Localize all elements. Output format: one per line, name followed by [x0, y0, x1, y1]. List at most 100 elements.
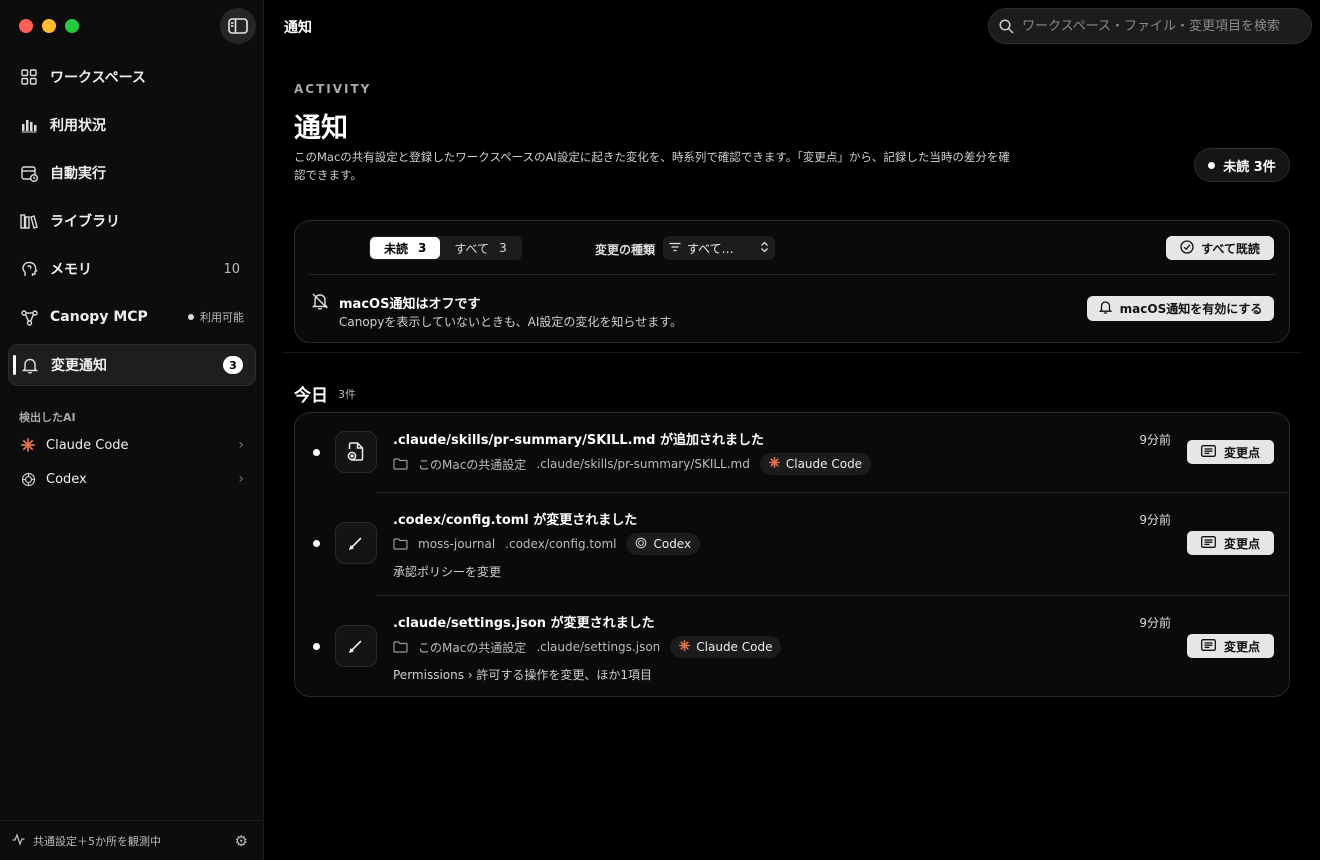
chevron-right-icon: ›	[238, 437, 244, 453]
file-path: .claude/skills/pr-summary/SKILL.md	[536, 457, 750, 471]
unread-dot	[313, 643, 320, 650]
sidebar: ワークスペース 利用状況 自動実行 ライブラリ メモリ 10 Canopy MC…	[0, 0, 264, 860]
notification-meta: このMacの共通設定 .claude/skills/pr-summary/SKI…	[393, 453, 872, 475]
bell-icon	[21, 356, 39, 374]
chevron-right-icon: ›	[238, 471, 244, 487]
folder-icon	[393, 641, 408, 653]
bell-icon	[1098, 300, 1112, 317]
grid-icon	[20, 68, 38, 86]
search-box[interactable]	[988, 8, 1312, 44]
window-title: 通知	[284, 20, 312, 36]
panel-divider	[309, 274, 1275, 275]
tab-unread[interactable]: 未読 3	[370, 237, 441, 259]
page-title: 通知	[294, 113, 348, 144]
ai-chip: Claude Code	[670, 636, 782, 658]
sidebar-item-change-notifications[interactable]: 変更通知 3	[8, 344, 256, 386]
library-icon	[20, 212, 38, 230]
folder-icon	[393, 538, 408, 550]
notification-row[interactable]: .claude/settings.json が変更されました このMacの共通設…	[295, 596, 1291, 696]
zoom-window-button[interactable]	[65, 19, 79, 33]
notification-meta: このMacの共通設定 .claude/settings.json Claude …	[393, 636, 782, 658]
minimize-window-button[interactable]	[42, 19, 56, 33]
calendar-clock-icon	[20, 164, 38, 182]
gear-icon[interactable]: ⚙	[235, 832, 248, 850]
sidebar-item-label: 変更通知	[51, 358, 107, 374]
tab-count: 3	[418, 241, 427, 255]
unread-summary-pill[interactable]: 未読 3件	[1194, 148, 1290, 182]
unread-count-badge: 3	[223, 356, 243, 374]
workspace-name: moss-journal	[418, 537, 496, 551]
filter-panel: 未読 3 すべて 3 変更の種類 すべて… すべて既読 macOS通知はオフです…	[294, 220, 1290, 343]
sidebar-item-workspaces[interactable]: ワークスペース	[8, 56, 256, 98]
diff-list-icon	[1201, 535, 1216, 551]
unread-dot	[313, 449, 320, 456]
close-window-button[interactable]	[19, 19, 33, 33]
view-diff-label: 変更点	[1223, 445, 1260, 460]
detected-ai-section-label: 検出したAI	[19, 411, 76, 424]
mcp-status-badge: 利用可能	[188, 309, 244, 325]
notification-row[interactable]: .claude/skills/pr-summary/SKILL.md が追加され…	[295, 413, 1291, 493]
section-divider	[282, 352, 1302, 353]
sidebar-item-automation[interactable]: 自動実行	[8, 152, 256, 194]
claude-icon	[20, 437, 36, 453]
ai-chip: Claude Code	[759, 453, 872, 475]
workspace-name: このMacの共通設定	[418, 640, 527, 655]
codex-icon	[635, 537, 647, 552]
sidebar-footer: 共通設定＋5か所を観測中 ⚙	[0, 820, 264, 860]
notification-time: 9分前	[1139, 513, 1171, 527]
change-kind-select[interactable]: すべて…	[663, 236, 775, 260]
filter-lines-icon	[669, 241, 681, 255]
view-diff-button[interactable]: 変更点	[1187, 440, 1274, 464]
mark-all-read-button[interactable]: すべて既読	[1166, 236, 1274, 260]
file-path: .codex/config.toml	[505, 537, 617, 551]
view-diff-button[interactable]: 変更点	[1187, 634, 1274, 658]
notification-time: 9分前	[1139, 616, 1171, 630]
enable-macos-notifications-button[interactable]: macOS通知を有効にする	[1087, 296, 1274, 321]
notification-meta: moss-journal .codex/config.toml Codex	[393, 533, 701, 555]
unread-dot	[1208, 161, 1216, 169]
page-description: このMacの共有設定と登録したワークスペースのAI設定に起きた変化を、時系列で確…	[294, 150, 1010, 182]
diff-list-icon	[1201, 444, 1216, 460]
sidebar-item-label: Canopy MCP	[50, 309, 148, 325]
brain-icon	[20, 260, 38, 278]
diff-list-icon	[1201, 638, 1216, 654]
enable-macos-notifications-label: macOS通知を有効にする	[1119, 302, 1263, 316]
status-dot	[188, 314, 194, 320]
network-icon	[20, 308, 38, 326]
notification-title: .claude/skills/pr-summary/SKILL.md が追加され…	[393, 433, 764, 448]
search-input[interactable]	[1022, 18, 1301, 34]
file-add-icon	[335, 431, 377, 473]
tab-label: すべて	[454, 241, 490, 256]
notification-title: .codex/config.toml が変更されました	[393, 513, 638, 528]
view-diff-button[interactable]: 変更点	[1187, 531, 1274, 555]
change-detail: 承認ポリシーを変更	[393, 565, 502, 579]
sidebar-item-library[interactable]: ライブラリ	[8, 200, 256, 242]
macos-notice-subtitle: Canopyを表示していないときも、AI設定の変化を知らせます。	[339, 315, 682, 329]
workspace-name: このMacの共通設定	[418, 457, 527, 472]
sidebar-item-label: 自動実行	[50, 166, 106, 182]
today-heading: 今日	[294, 386, 328, 406]
sidebar-item-canopy-mcp[interactable]: Canopy MCP 利用可能	[8, 296, 256, 338]
sidebar-item-memory[interactable]: メモリ 10	[8, 248, 256, 290]
ai-item-codex[interactable]: Codex ›	[20, 465, 244, 493]
bar-chart-icon	[20, 116, 38, 134]
read-filter-segmented-control: 未読 3 すべて 3	[369, 236, 522, 260]
pencil-icon	[335, 522, 377, 564]
ai-chip-label: Codex	[653, 537, 692, 551]
sidebar-toggle-button[interactable]	[220, 8, 256, 44]
ai-chip-label: Claude Code	[696, 640, 773, 654]
claude-icon	[679, 640, 691, 654]
sidebar-item-usage[interactable]: 利用状況	[8, 104, 256, 146]
ai-chip-label: Claude Code	[785, 457, 863, 471]
notification-row[interactable]: .codex/config.toml が変更されました moss-journal…	[295, 493, 1291, 596]
unread-summary-text: 未読 3件	[1223, 159, 1276, 175]
activity-pulse-icon	[12, 832, 25, 849]
chevron-up-down-icon	[760, 241, 769, 256]
tab-all[interactable]: すべて 3	[440, 237, 520, 259]
sidebar-item-label: 利用状況	[50, 118, 106, 134]
ai-item-label: Codex	[46, 471, 87, 487]
sidebar-item-label: メモリ	[50, 262, 92, 278]
ai-item-claude-code[interactable]: Claude Code ›	[20, 431, 244, 459]
sidebar-item-label: ワークスペース	[50, 70, 146, 86]
change-kind-value: すべて…	[687, 241, 734, 256]
